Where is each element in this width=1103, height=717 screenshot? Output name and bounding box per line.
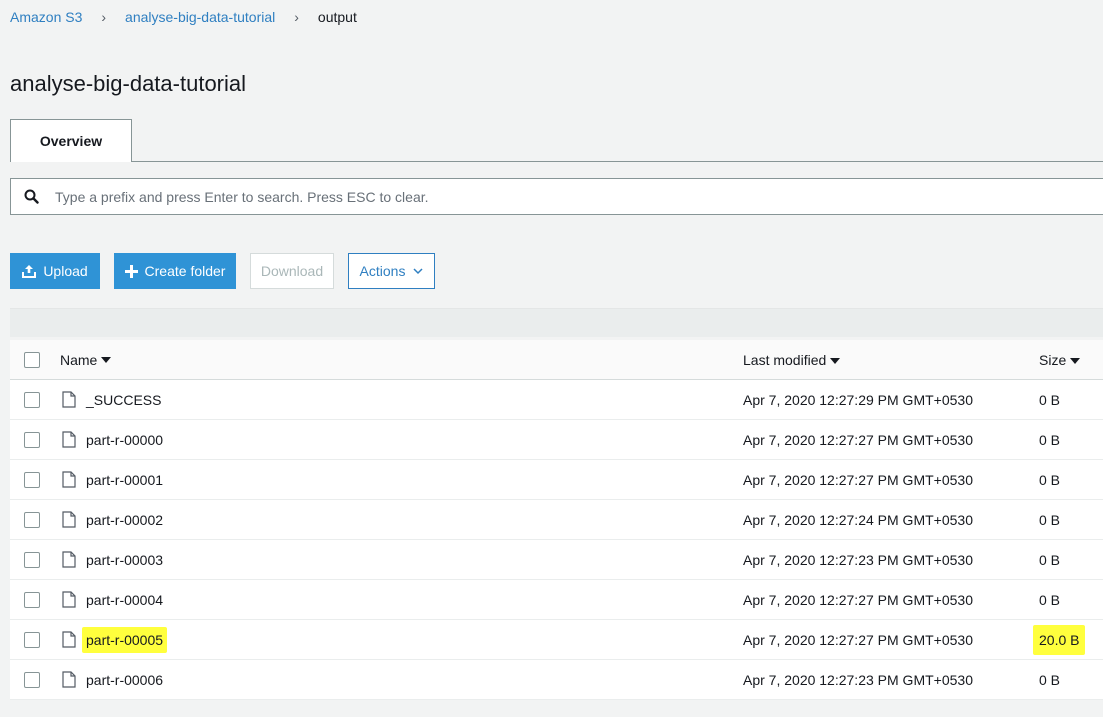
last-modified-cell: Apr 7, 2020 12:27:27 PM GMT+0530 [743,471,973,488]
table-row[interactable]: part-r-00006 Apr 7, 2020 12:27:23 PM GMT… [10,660,1103,700]
breadcrumb: Amazon S3 › analyse-big-data-tutorial › … [10,9,357,25]
sort-down-icon [1070,357,1081,364]
column-header-last-modified[interactable]: Last modified [743,352,1039,368]
breadcrumb-current: output [317,9,357,25]
file-name-link-highlighted[interactable]: part-r-00005 [82,626,168,653]
file-name-link[interactable]: part-r-00003 [86,552,163,568]
last-modified-cell: Apr 7, 2020 12:27:27 PM GMT+0530 [743,631,973,648]
file-icon [62,391,76,408]
actions-dropdown-button[interactable]: Actions [348,253,435,289]
row-checkbox[interactable] [24,591,40,608]
plus-icon [124,264,138,278]
row-checkbox[interactable] [24,511,40,528]
size-cell-highlighted: 20.0 B [1033,624,1086,655]
tabs-divider [10,161,1103,162]
upload-button-label: Upload [43,263,88,279]
breadcrumb-bucket-link[interactable]: analyse-big-data-tutorial [125,9,275,25]
column-header-size-label: Size [1039,351,1067,368]
last-modified-cell: Apr 7, 2020 12:27:27 PM GMT+0530 [743,431,973,448]
size-cell: 0 B [1039,471,1061,488]
table-row[interactable]: part-r-00002 Apr 7, 2020 12:27:24 PM GMT… [10,500,1103,540]
column-header-name-label: Name [60,351,98,368]
file-icon [62,671,76,688]
size-cell: 0 B [1039,591,1061,608]
file-name-link[interactable]: part-r-00006 [86,672,163,688]
row-checkbox[interactable] [24,551,40,568]
file-name-link[interactable]: _SUCCESS [86,392,161,408]
sort-down-icon [101,356,112,363]
last-modified-cell: Apr 7, 2020 12:27:23 PM GMT+0530 [743,671,973,688]
file-icon [62,431,76,448]
file-icon [62,511,76,528]
upload-button[interactable]: Upload [10,253,100,289]
file-name-link[interactable]: part-r-00000 [86,432,163,448]
file-icon [62,551,76,568]
objects-table: Name Last modified Size _SUCCESS Apr 7, … [10,340,1103,700]
table-row[interactable]: part-r-00000 Apr 7, 2020 12:27:27 PM GMT… [10,420,1103,460]
file-name-link[interactable]: part-r-00001 [86,472,163,488]
column-header-size[interactable]: Size [1039,352,1103,368]
size-cell: 0 B [1039,671,1061,688]
size-cell: 0 B [1039,391,1061,408]
search-box [10,178,1103,215]
search-input[interactable] [51,188,955,205]
table-row[interactable]: _SUCCESS Apr 7, 2020 12:27:29 PM GMT+053… [10,380,1103,420]
file-name-link[interactable]: part-r-00002 [86,512,163,528]
tab-overview[interactable]: Overview [10,119,132,162]
table-row[interactable]: part-r-00004 Apr 7, 2020 12:27:27 PM GMT… [10,580,1103,620]
column-header-name[interactable]: Name [60,352,743,368]
last-modified-cell: Apr 7, 2020 12:27:23 PM GMT+0530 [743,551,973,568]
size-cell: 0 B [1039,431,1061,448]
table-header: Name Last modified Size [10,340,1103,380]
file-name-link[interactable]: part-r-00004 [86,592,163,608]
download-button[interactable]: Download [250,253,334,289]
table-row[interactable]: part-r-00003 Apr 7, 2020 12:27:23 PM GMT… [10,540,1103,580]
create-folder-button-label: Create folder [144,263,226,279]
row-checkbox[interactable] [24,471,40,488]
select-all-checkbox[interactable] [24,351,40,368]
search-icon [11,189,51,204]
table-row[interactable]: part-r-00005 Apr 7, 2020 12:27:27 PM GMT… [10,620,1103,660]
file-icon [62,471,76,488]
actions-button-label: Actions [359,263,406,279]
breadcrumb-amazon-s3-link[interactable]: Amazon S3 [10,9,82,25]
column-header-last-modified-label: Last modified [743,351,827,368]
file-icon [62,631,76,648]
table-toolbar-band [10,308,1103,337]
size-cell: 0 B [1039,551,1061,568]
row-checkbox[interactable] [24,671,40,688]
table-row[interactable]: part-r-00001 Apr 7, 2020 12:27:27 PM GMT… [10,460,1103,500]
last-modified-cell: Apr 7, 2020 12:27:29 PM GMT+0530 [743,391,973,408]
file-icon [62,591,76,608]
breadcrumb-separator-icon: › [101,9,107,25]
last-modified-cell: Apr 7, 2020 12:27:24 PM GMT+0530 [743,511,973,528]
row-checkbox[interactable] [24,391,40,408]
page-title: analyse-big-data-tutorial [10,71,247,96]
row-checkbox[interactable] [24,631,40,648]
breadcrumb-separator-icon: › [294,9,299,25]
upload-icon [22,264,37,278]
last-modified-cell: Apr 7, 2020 12:27:27 PM GMT+0530 [743,591,973,608]
chevron-down-icon [413,267,423,275]
create-folder-button[interactable]: Create folder [114,253,236,289]
size-cell: 0 B [1039,511,1061,528]
sort-down-icon [830,357,841,364]
row-checkbox[interactable] [24,431,40,448]
